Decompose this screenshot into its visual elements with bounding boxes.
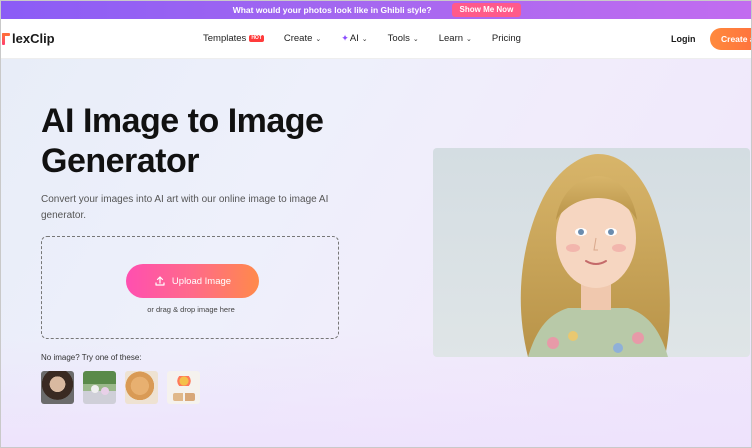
top-nav: lexClip Templates HOT Create ⌄ ✦ AI ⌄ To… [1,19,751,59]
nav-label: Learn [438,33,464,44]
nav-label: Create [283,33,313,44]
flexclip-logo[interactable]: lexClip [1,31,55,46]
nav-item-ai[interactable]: ✦ AI ⌄ [341,33,367,44]
nav-item-pricing[interactable]: Pricing [492,33,521,44]
chevron-down-icon: ⌄ [315,35,322,43]
upload-dropzone[interactable]: Upload Image or drag & drop image here [41,236,339,339]
upload-image-button[interactable]: Upload Image [126,264,259,298]
nav-label: Tools [387,33,410,44]
sparkle-icon: ✦ [341,33,349,43]
show-me-now-button[interactable]: Show Me Now [451,3,522,17]
create-button[interactable]: Create a [710,28,751,50]
upload-label: Upload Image [171,275,232,287]
nav-label: Pricing [491,33,521,44]
upload-icon [155,276,165,286]
portrait-illustration [520,154,670,357]
nav-label: AI [349,33,359,44]
nav-label: Templates [203,33,247,44]
promo-text: What would your photos look like in Ghib… [232,5,432,15]
example-portrait-image [433,148,750,357]
try-samples-label: No image? Try one of these: [41,353,142,362]
hero-section: AI Image to Image Generator Convert your… [1,59,751,447]
nav-item-learn[interactable]: Learn ⌄ [439,33,472,44]
sample-portrait-thumbnail[interactable] [41,371,74,404]
hot-badge: HOT [249,35,264,42]
sample-garden-thumbnail[interactable] [83,371,116,404]
sample-still-life-thumbnail[interactable] [167,371,200,404]
logo-text: lexClip [12,31,55,46]
browser-frame: What would your photos look like in Ghib… [0,0,752,448]
hero-description: Convert your images into AI art with our… [41,194,329,221]
nav-menu: Templates HOT Create ⌄ ✦ AI ⌄ Tools ⌄ Le… [203,33,521,44]
sample-images [41,371,200,404]
drop-hint: or drag & drop image here [147,305,235,314]
chevron-down-icon: ⌄ [361,35,368,43]
nav-item-tools[interactable]: Tools ⌄ [388,33,419,44]
logo-mark-icon [1,32,11,46]
page-title: AI Image to Image Generator [41,102,324,180]
chevron-down-icon: ⌄ [466,35,472,43]
login-link[interactable]: Login [671,34,696,44]
sample-cat-thumbnail[interactable] [125,371,158,404]
nav-item-create[interactable]: Create ⌄ [284,33,321,44]
nav-item-templates[interactable]: Templates HOT [203,33,264,44]
chevron-down-icon: ⌄ [412,35,419,43]
promo-banner: What would your photos look like in Ghib… [1,1,751,19]
